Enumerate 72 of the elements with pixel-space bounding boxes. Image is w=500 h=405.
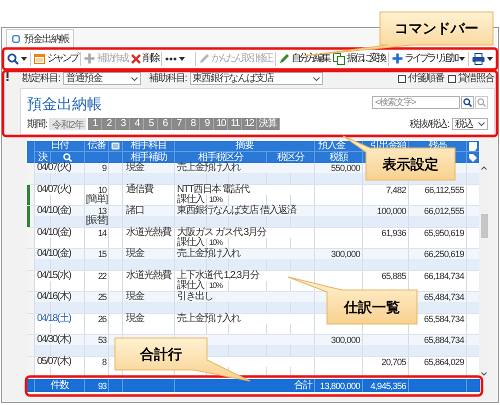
search-field[interactable]: <検索文字> (372, 96, 460, 109)
search-icon (477, 98, 486, 107)
month-button[interactable]: 2 (102, 118, 116, 130)
month-button[interactable]: 8 (186, 118, 200, 130)
dropdown[interactable]: 普通預金 (62, 72, 141, 85)
chevron-icon (130, 76, 138, 80)
chevron-icon (312, 76, 320, 80)
table-cell: 課仕入 (175, 194, 207, 205)
search-icon (63, 153, 72, 162)
callout-text: 仕訳一覧 (344, 298, 400, 316)
column-header: 伝番 (85, 141, 109, 151)
dots-icon (165, 56, 177, 60)
chevron-icon (478, 122, 485, 126)
calendar-icon (34, 53, 45, 64)
checkbox[interactable]: 貸借照合 (448, 71, 494, 86)
dropdown[interactable]: 東西銀行なんば支店 (190, 72, 323, 85)
field-label: 税抜/税込: (409, 118, 449, 132)
voucher-tag: [振替] (85, 216, 109, 226)
search-icon (463, 98, 472, 107)
month-button[interactable]: 6 (158, 118, 172, 130)
month-button[interactable]: 9 (200, 118, 214, 130)
column-header: 摘要 (175, 141, 315, 151)
table-cell: 件数 (35, 379, 85, 392)
caret-icon (179, 56, 185, 60)
note-icon (469, 142, 477, 150)
month-button[interactable]: 11 (228, 118, 242, 130)
voucher-tag: [簡単] (85, 194, 109, 205)
search-icon (7, 52, 19, 64)
plus-icon (392, 53, 402, 64)
plus-icon (84, 53, 95, 64)
callout-text: コマンドバー (394, 19, 478, 38)
copy-icon (333, 52, 345, 64)
table-cell: 課仕入 (175, 238, 207, 248)
table-cell: 10% (207, 280, 229, 291)
alert-icon (6, 72, 9, 81)
pencil-icon (198, 53, 210, 64)
window-icon (12, 35, 20, 43)
printer-icon (472, 52, 485, 64)
pencil-icon (278, 53, 290, 64)
field-label: 期間: (27, 118, 47, 132)
table-cell: 13,800,000 (315, 379, 363, 392)
table-cell: 93 (85, 379, 109, 392)
month-button[interactable]: 4 (130, 118, 144, 130)
month-button[interactable]: 1 (88, 118, 102, 130)
month-button[interactable]: 12 (242, 118, 257, 130)
page-title: 預金出納帳 (27, 95, 102, 116)
caret-icon (21, 56, 27, 60)
month-button[interactable]: 7 (172, 118, 186, 130)
year-button[interactable]: 令和2年 (48, 118, 86, 130)
dropdown[interactable]: 税込 (452, 118, 488, 130)
add-button[interactable]: ライブラリ追加 (390, 50, 467, 68)
cross-icon (131, 54, 141, 64)
callout-text: 表示設定 (382, 154, 438, 174)
column-header: 日付 (35, 141, 85, 151)
table-cell: 4,945,356 (363, 379, 409, 392)
scrollbar-thumb[interactable] (480, 214, 488, 238)
jump-button[interactable]: ジャンプ (32, 50, 79, 68)
table-cell: 課仕入 (175, 280, 207, 291)
search-button[interactable] (461, 96, 474, 109)
callout-text: 合計行 (140, 344, 182, 364)
checkbox[interactable]: 付箋順番 (398, 71, 444, 86)
month-button[interactable]: 5 (144, 118, 158, 130)
month-button[interactable]: 3 (116, 118, 130, 130)
field-label: 補助科目: (148, 72, 187, 86)
field-label: 勘定科目: (22, 72, 60, 86)
column-header: 相手科目 (123, 141, 175, 151)
month-button[interactable]: 決算 (256, 118, 280, 130)
table-cell: 10% (207, 238, 229, 248)
delete-button[interactable]: 削除 (129, 50, 160, 68)
document-tab[interactable]: 預金出納帳 (6, 29, 74, 48)
table-cell: 10% (207, 194, 229, 205)
month-button[interactable]: 10 (214, 118, 228, 130)
